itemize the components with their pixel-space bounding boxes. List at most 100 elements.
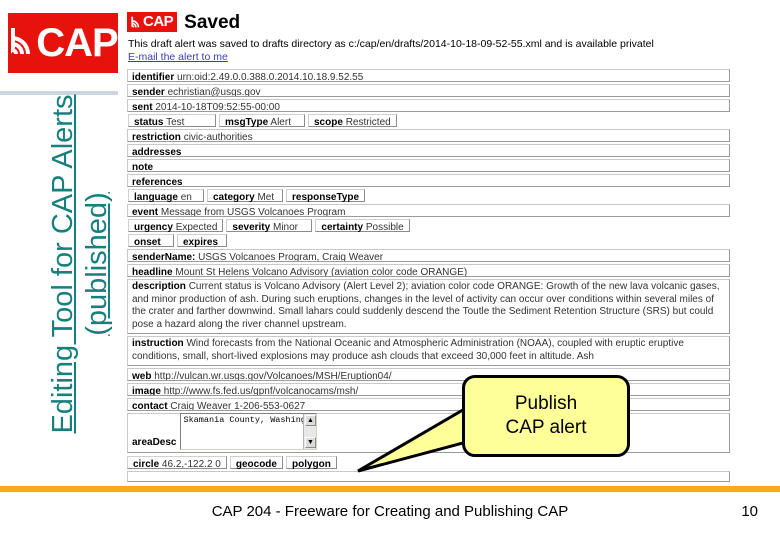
field-instruction-value: Wind forecasts from the National Oceanic… <box>132 338 684 362</box>
slide-page-number: 10 <box>741 503 758 520</box>
field-scope-label: scope <box>314 117 343 128</box>
field-sendername-label: senderName: <box>132 252 196 262</box>
field-restriction-value: civic-authorities <box>183 132 253 142</box>
field-headline[interactable]: headline Mount St Helens Volcano Advisor… <box>127 264 730 277</box>
field-event-value: Message from USGS Volcanoes Program <box>160 207 346 217</box>
field-urgency-label: urgency <box>134 222 173 233</box>
field-circle-value: 46.2,-122.2 0 <box>161 459 221 470</box>
field-urgency[interactable]: urgency Expected <box>128 219 224 233</box>
field-status[interactable]: status Test <box>128 114 216 128</box>
field-image-label: image <box>132 386 161 396</box>
field-language[interactable]: language en <box>128 189 204 203</box>
cap-wave-icon <box>8 24 34 63</box>
field-polygon-label: polygon <box>291 459 331 470</box>
field-group-onset: onset expires <box>128 234 736 248</box>
field-language-label: language <box>134 192 178 203</box>
field-instruction-label: instruction <box>132 338 184 349</box>
callout-line1: Publish <box>514 393 578 414</box>
field-description-value: Current status is Volcano Advisory (Aler… <box>132 281 720 330</box>
field-identifier[interactable]: identifier urn:oid:2.49.0.0.388.0.2014.1… <box>127 69 730 82</box>
areadesc-scrollbar[interactable]: ▲ ▼ <box>303 414 317 449</box>
field-group-status: status Test msgType Alert scope Restrict… <box>128 114 736 128</box>
field-description[interactable]: description Current status is Volcano Ad… <box>127 279 730 334</box>
field-scope-value: Restricted <box>345 117 391 128</box>
field-group-urgency: urgency Expected severity Minor certaint… <box>128 219 736 233</box>
field-severity-value: Minor <box>272 222 298 233</box>
field-certainty-value: Possible <box>365 222 404 233</box>
cap-field-list: identifier urn:oid:2.49.0.0.388.0.2014.1… <box>127 69 736 411</box>
field-circle[interactable]: circle 46.2,-122.2 0 <box>127 456 227 470</box>
field-restriction-label: restriction <box>132 132 181 142</box>
field-expires-label: expires <box>183 237 219 248</box>
field-urgency-value: Expected <box>175 222 218 233</box>
field-msgtype[interactable]: msgType Alert <box>219 114 305 128</box>
field-circle-label: circle <box>133 459 160 470</box>
field-certainty[interactable]: certainty Possible <box>315 219 410 233</box>
areadesc-textarea[interactable]: Skamania County, Washington, in the Paci… <box>180 413 318 450</box>
field-areadesc-label: areaDesc <box>132 437 177 448</box>
field-restriction[interactable]: restriction civic-authorities <box>127 129 730 142</box>
field-msgtype-label: msgType <box>225 117 269 128</box>
field-sendername-value: USGS Volcanoes Program, Craig Weaver <box>198 252 384 262</box>
field-web-value: http://vulcan.wr.usgs.gov/Volcanoes/MSH/… <box>154 371 392 381</box>
field-identifier-label: identifier <box>132 72 175 82</box>
field-group-language: language en category Met responseType <box>128 189 736 203</box>
field-category[interactable]: category Met <box>207 189 283 203</box>
field-image-value: http://www.fs.fed.us/gpnf/volcanocams/ms… <box>163 386 359 396</box>
publish-cap-alert-callout: Publish CAP alert <box>462 375 630 457</box>
field-language-value: en <box>180 192 192 203</box>
app-header: CAP Saved <box>127 12 736 32</box>
slide-vertical-title: Editing Tool for CAP Alerts (published) <box>46 64 114 464</box>
field-onset-label: onset <box>134 237 161 248</box>
field-addresses[interactable]: addresses <box>127 144 730 157</box>
app-cap-logo-text: CAP <box>143 13 174 30</box>
field-event-label: event <box>132 207 159 217</box>
field-event[interactable]: event Message from USGS Volcanoes Progra… <box>127 204 730 217</box>
footer-accent-bar <box>0 486 780 492</box>
field-description-label: description <box>132 281 186 292</box>
page-title: Saved <box>184 11 241 33</box>
field-severity[interactable]: severity Minor <box>226 219 313 233</box>
slide-title-line1: Editing Tool for CAP Alerts <box>47 94 79 434</box>
field-headline-label: headline <box>132 267 173 277</box>
field-references[interactable]: references <box>127 174 730 187</box>
field-expires[interactable]: expires <box>177 234 227 248</box>
field-sender[interactable]: sender echristian@usgs.gov <box>127 84 730 97</box>
field-category-value: Met <box>257 192 275 203</box>
scroll-down-icon[interactable]: ▼ <box>304 437 316 448</box>
field-references-label: references <box>132 177 183 187</box>
field-responsetype-label: responseType <box>292 192 360 203</box>
field-sendername[interactable]: senderName: USGS Volcanoes Program, Crai… <box>127 249 730 262</box>
field-headline-value: Mount St Helens Volcano Advisory (aviati… <box>175 267 468 277</box>
email-alert-link[interactable]: E-mail the alert to me <box>128 51 228 64</box>
field-web[interactable]: web http://vulcan.wr.usgs.gov/Volcanoes/… <box>127 368 730 381</box>
field-polygon[interactable]: polygon <box>285 456 337 470</box>
callout-pointer <box>357 404 480 473</box>
field-responsetype[interactable]: responseType <box>286 189 366 203</box>
app-cap-logo: CAP <box>127 12 178 32</box>
field-instruction[interactable]: instruction Wind forecasts from the Nati… <box>127 336 730 366</box>
footer-title: CAP 204 - Freeware for Creating and Publ… <box>211 503 569 520</box>
field-sender-value: echristian@usgs.gov <box>167 87 261 97</box>
field-sent-value: 2014-10-18T09:52:55-00:00 <box>155 102 280 112</box>
field-sent-label: sent <box>132 102 153 112</box>
field-msgtype-value: Alert <box>270 117 291 128</box>
saved-note: This draft alert was saved to drafts dir… <box>128 38 654 50</box>
field-certainty-label: certainty <box>321 222 364 233</box>
field-note[interactable]: note <box>127 159 730 172</box>
field-severity-label: severity <box>232 222 271 233</box>
field-contact-value: Craig Weaver 1-206-553-0627 <box>170 401 306 411</box>
field-geocode[interactable]: geocode <box>229 456 283 470</box>
areadesc-textarea-value: Skamania County, Washington, in the Paci… <box>183 415 303 425</box>
field-sender-label: sender <box>132 87 165 97</box>
field-contact-label: contact <box>132 401 168 411</box>
scroll-up-icon[interactable]: ▲ <box>304 415 316 426</box>
field-sent[interactable]: sent 2014-10-18T09:52:55-00:00 <box>127 99 730 112</box>
callout-line2: CAP alert <box>505 417 587 438</box>
field-web-label: web <box>132 371 152 381</box>
field-note-label: note <box>132 162 154 172</box>
field-onset[interactable]: onset <box>128 234 174 248</box>
field-identifier-value: urn:oid:2.49.0.0.388.0.2014.10.18.9.52.5… <box>177 72 364 82</box>
slide-title-line2: (published) <box>81 192 113 336</box>
field-scope[interactable]: scope Restricted <box>308 114 397 128</box>
